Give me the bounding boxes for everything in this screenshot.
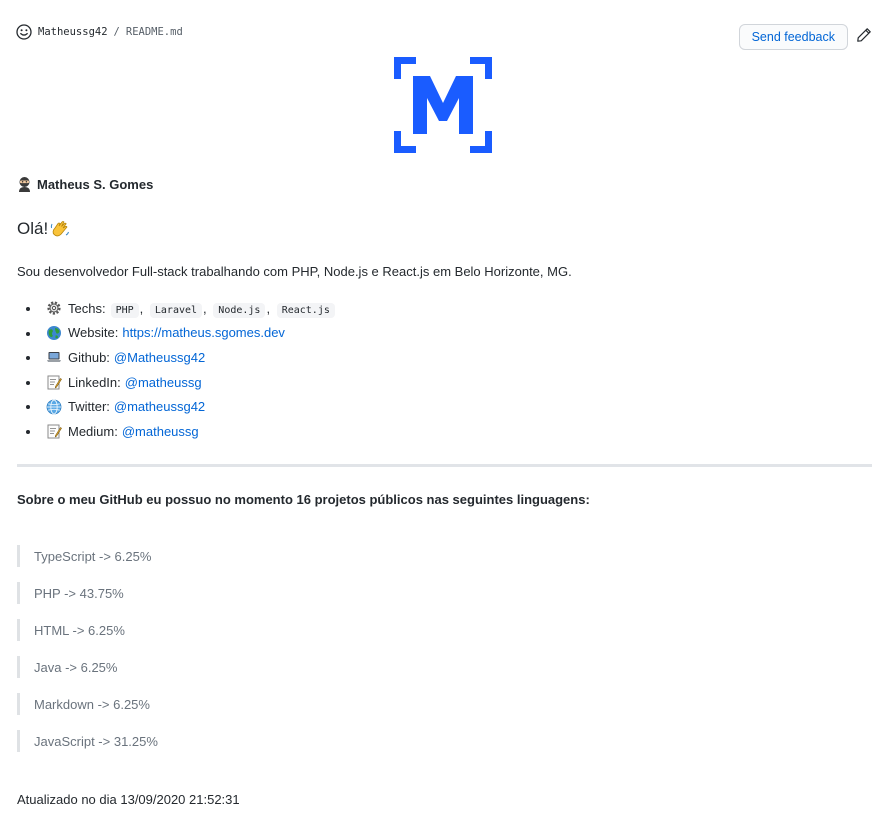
intro-text: Sou desenvolvedor Full-stack trabalhando… (17, 264, 572, 279)
list-item-website: Website: https://matheus.sgomes.dev (17, 321, 336, 346)
globe-icon (47, 325, 61, 340)
greeting-text: Olá! (17, 219, 49, 238)
language-item: TypeScript -> 6.25% (17, 545, 158, 567)
memo-icon (47, 424, 62, 439)
laptop-icon (47, 352, 61, 363)
medium-label: Medium: (68, 423, 118, 439)
list-item-techs: Techs: PHP, Laravel, Node.js, React.js (17, 296, 336, 321)
gear-icon (47, 301, 61, 315)
list-item-medium: Medium: @matheussg (17, 419, 336, 444)
globe-meridians-icon (46, 399, 62, 415)
languages-summary: Sobre o meu GitHub eu possuo no momento … (17, 492, 590, 507)
file-name: README.md (125, 26, 183, 38)
smiley-icon[interactable] (16, 24, 32, 40)
list-item-linkedin: LinkedIn: @matheussg (17, 370, 336, 395)
language-item: PHP -> 43.75% (17, 582, 158, 604)
brand-logo (394, 57, 492, 153)
medium-link[interactable]: @matheussg (122, 424, 199, 439)
waving-hand-icon (51, 221, 70, 237)
tech-tag: React.js (276, 302, 335, 318)
profile-links: Techs: PHP, Laravel, Node.js, React.js W… (17, 296, 336, 444)
twitter-link[interactable]: @matheussg42 (114, 399, 205, 414)
author-line: Matheus S. Gomes (17, 176, 153, 192)
languages-list: TypeScript -> 6.25% PHP -> 43.75% HTML -… (17, 545, 158, 767)
memo-icon (47, 375, 62, 390)
list-item-twitter: Twitter: @matheussg42 (17, 394, 336, 419)
file-header: Matheussg42 / README.md Send feedback (16, 22, 872, 52)
website-link[interactable]: https://matheus.sgomes.dev (122, 325, 285, 340)
website-label: Website: (68, 325, 119, 341)
author-name: Matheus S. Gomes (37, 176, 154, 192)
horizontal-rule (17, 464, 872, 467)
language-item: JavaScript -> 31.25% (17, 730, 158, 752)
github-label: Github: (68, 349, 110, 365)
linkedin-label: LinkedIn: (68, 374, 121, 390)
techs-label: Techs: (68, 300, 106, 316)
list-item-github: Github: @Matheussg42 (17, 345, 336, 370)
updated-timestamp: Atualizado no dia 13/09/2020 21:52:31 (17, 792, 240, 807)
send-feedback-button[interactable]: Send feedback (738, 24, 848, 50)
repo-name[interactable]: Matheussg42 (38, 26, 108, 38)
tech-tag: PHP (110, 302, 139, 318)
greeting-heading: Olá! (17, 219, 70, 239)
linkedin-link[interactable]: @matheussg (125, 375, 202, 390)
language-item: HTML -> 6.25% (17, 619, 158, 641)
language-item: Java -> 6.25% (17, 656, 158, 678)
tech-tag: Node.js (213, 302, 266, 318)
path-separator: / (113, 26, 120, 38)
ninja-icon (19, 177, 30, 192)
twitter-label: Twitter: (68, 399, 110, 415)
github-link[interactable]: @Matheussg42 (114, 350, 205, 365)
tech-tag: Laravel (149, 302, 203, 318)
breadcrumb: Matheussg42 / README.md (16, 24, 183, 40)
language-item: Markdown -> 6.25% (17, 693, 158, 715)
pencil-icon[interactable] (856, 27, 872, 43)
